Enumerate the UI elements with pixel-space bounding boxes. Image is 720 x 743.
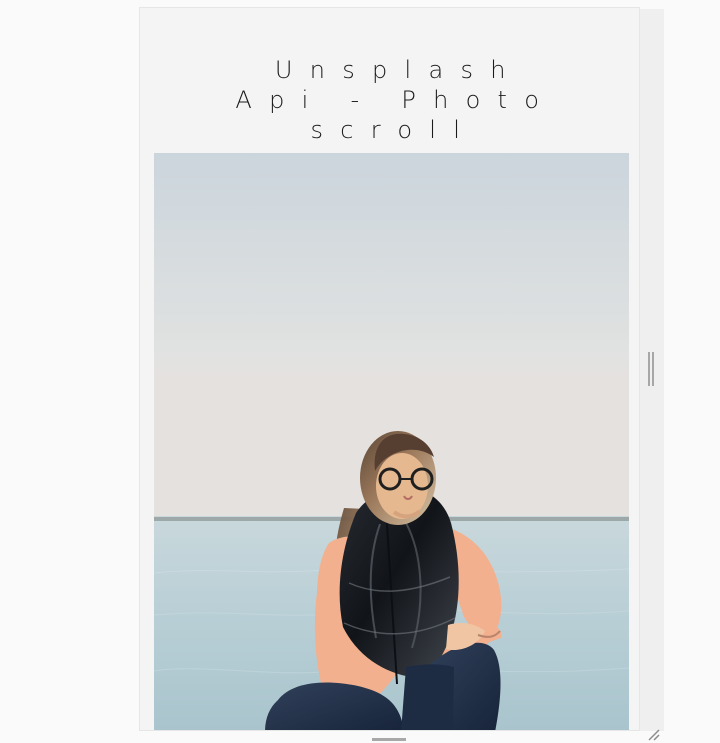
app-window: Unsplash Api - Photo scroll: [0, 0, 720, 743]
page-title-line: Api - Photo: [235, 86, 557, 115]
unsplash-photo[interactable]: [154, 153, 629, 730]
scrollbar-grip-line: [648, 352, 650, 386]
resize-handle-icon[interactable]: [372, 738, 406, 741]
page-title-line: scroll: [310, 116, 478, 145]
scrollbar-grip-line: [652, 352, 654, 386]
resize-corner-icon[interactable]: [648, 729, 660, 741]
page-title: Unsplash Api - Photo scroll: [140, 55, 639, 145]
photo-image-icon: [154, 153, 629, 730]
scrollbar-grip-icon[interactable]: [648, 352, 656, 386]
scroll-panel[interactable]: Unsplash Api - Photo scroll: [139, 7, 640, 731]
page-title-line: Unsplash: [274, 56, 523, 85]
